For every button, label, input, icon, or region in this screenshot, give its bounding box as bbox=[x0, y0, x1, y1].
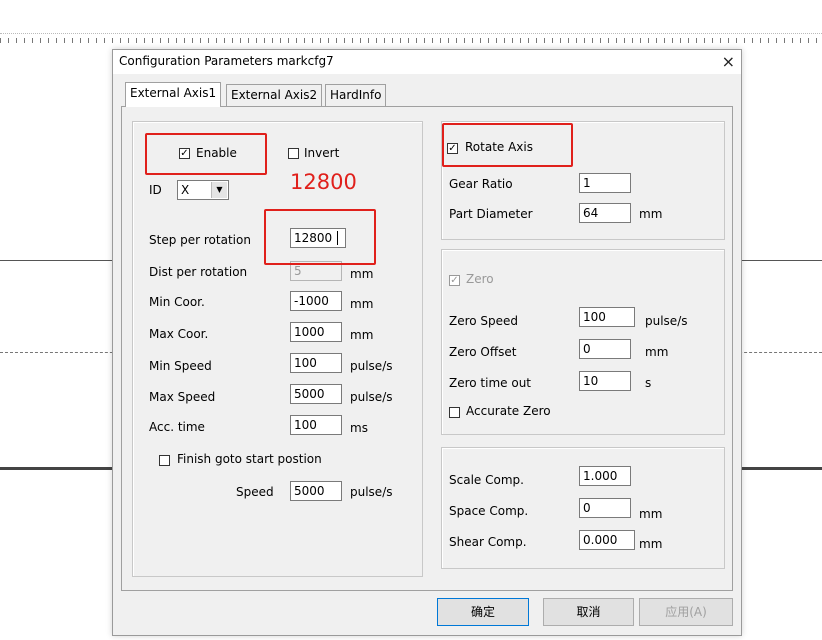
invert-checkbox[interactable] bbox=[288, 148, 299, 159]
config-dialog: Configuration Parameters markcfg7 × Exte… bbox=[112, 49, 742, 636]
dist-per-rotation-label: Dist per rotation bbox=[149, 265, 248, 279]
highlight-step-per-rotation bbox=[264, 209, 376, 265]
top-ruler bbox=[0, 33, 822, 44]
annotation-text: 12800 bbox=[290, 170, 357, 194]
min-coor-input[interactable]: -1000 bbox=[290, 291, 342, 311]
finish-goto-label: Finish goto start postion bbox=[177, 452, 322, 466]
part-diameter-label: Part Diameter bbox=[449, 207, 533, 221]
accurate-zero-checkbox[interactable] bbox=[449, 407, 460, 418]
dialog-title: Configuration Parameters markcfg7 bbox=[119, 54, 334, 68]
cancel-button[interactable]: 取消 bbox=[543, 598, 634, 626]
highlight-rotate-axis bbox=[442, 123, 573, 167]
dialog-titlebar: Configuration Parameters markcfg7 × bbox=[113, 50, 741, 74]
step-per-rotation-label: Step per rotation bbox=[149, 233, 251, 247]
space-comp-input[interactable]: 0 bbox=[579, 498, 631, 518]
min-speed-label: Min Speed bbox=[149, 359, 212, 373]
zero-speed-input[interactable]: 100 bbox=[579, 307, 635, 327]
zero-offset-label: Zero Offset bbox=[449, 345, 517, 359]
min-coor-unit: mm bbox=[350, 297, 374, 311]
axis-settings-group bbox=[132, 121, 423, 577]
zero-checkbox[interactable]: ✓ bbox=[449, 275, 460, 286]
highlight-enable bbox=[145, 133, 267, 175]
id-select[interactable]: X ▼ bbox=[177, 180, 229, 200]
zero-offset-unit: mm bbox=[645, 345, 669, 359]
gear-ratio-input[interactable]: 1 bbox=[579, 173, 631, 193]
space-comp-unit: mm bbox=[639, 507, 663, 521]
shear-comp-input[interactable]: 0.000 bbox=[579, 530, 635, 550]
max-coor-label: Max Coor. bbox=[149, 327, 209, 341]
ok-button[interactable]: 确定 bbox=[437, 598, 529, 626]
part-diameter-input[interactable]: 64 bbox=[579, 203, 631, 223]
zero-speed-unit: pulse/s bbox=[645, 314, 688, 328]
chevron-down-icon[interactable]: ▼ bbox=[211, 182, 227, 198]
invert-label: Invert bbox=[304, 146, 340, 160]
acc-time-label: Acc. time bbox=[149, 420, 205, 434]
zero-speed-label: Zero Speed bbox=[449, 314, 519, 328]
zero-label: Zero bbox=[466, 272, 494, 286]
max-speed-unit: pulse/s bbox=[350, 390, 393, 404]
min-coor-label: Min Coor. bbox=[149, 295, 205, 309]
shear-comp-label: Shear Comp. bbox=[449, 535, 527, 549]
zero-timeout-unit: s bbox=[645, 376, 652, 390]
scale-comp-label: Scale Comp. bbox=[449, 473, 524, 487]
zero-timeout-input[interactable]: 10 bbox=[579, 371, 631, 391]
max-speed-input[interactable]: 5000 bbox=[290, 384, 342, 404]
dist-per-rotation-unit: mm bbox=[350, 267, 374, 281]
id-label: ID bbox=[149, 183, 162, 197]
space-comp-label: Space Comp. bbox=[449, 504, 529, 518]
close-icon[interactable]: × bbox=[722, 52, 735, 71]
part-diameter-unit: mm bbox=[639, 207, 663, 221]
tab-external-axis1[interactable]: External Axis1 bbox=[125, 82, 222, 107]
acc-time-unit: ms bbox=[350, 421, 368, 435]
gear-ratio-label: Gear Ratio bbox=[449, 177, 513, 191]
shear-comp-unit: mm bbox=[639, 537, 663, 551]
min-speed-unit: pulse/s bbox=[350, 359, 393, 373]
zero-timeout-label: Zero time out bbox=[449, 376, 532, 390]
min-speed-input[interactable]: 100 bbox=[290, 353, 342, 373]
tab-external-axis2[interactable]: External Axis2 bbox=[226, 84, 323, 106]
acc-time-input[interactable]: 100 bbox=[290, 415, 342, 435]
speed-label: Speed bbox=[236, 485, 274, 499]
speed-input[interactable]: 5000 bbox=[290, 481, 342, 501]
speed-unit: pulse/s bbox=[350, 485, 393, 499]
max-coor-input[interactable]: 1000 bbox=[290, 322, 342, 342]
max-coor-unit: mm bbox=[350, 328, 374, 342]
max-speed-label: Max Speed bbox=[149, 390, 216, 404]
accurate-zero-label: Accurate Zero bbox=[466, 404, 551, 418]
scale-comp-input[interactable]: 1.000 bbox=[579, 466, 631, 486]
id-select-value: X bbox=[181, 183, 190, 197]
tab-panel: ✓ Enable Invert ID X ▼ 12800 Step per ro… bbox=[121, 106, 733, 591]
zero-offset-input[interactable]: 0 bbox=[579, 339, 631, 359]
apply-button[interactable]: 应用(A) bbox=[639, 598, 733, 626]
tab-hardinfo[interactable]: HardInfo bbox=[325, 84, 387, 106]
finish-goto-checkbox[interactable] bbox=[159, 455, 170, 466]
